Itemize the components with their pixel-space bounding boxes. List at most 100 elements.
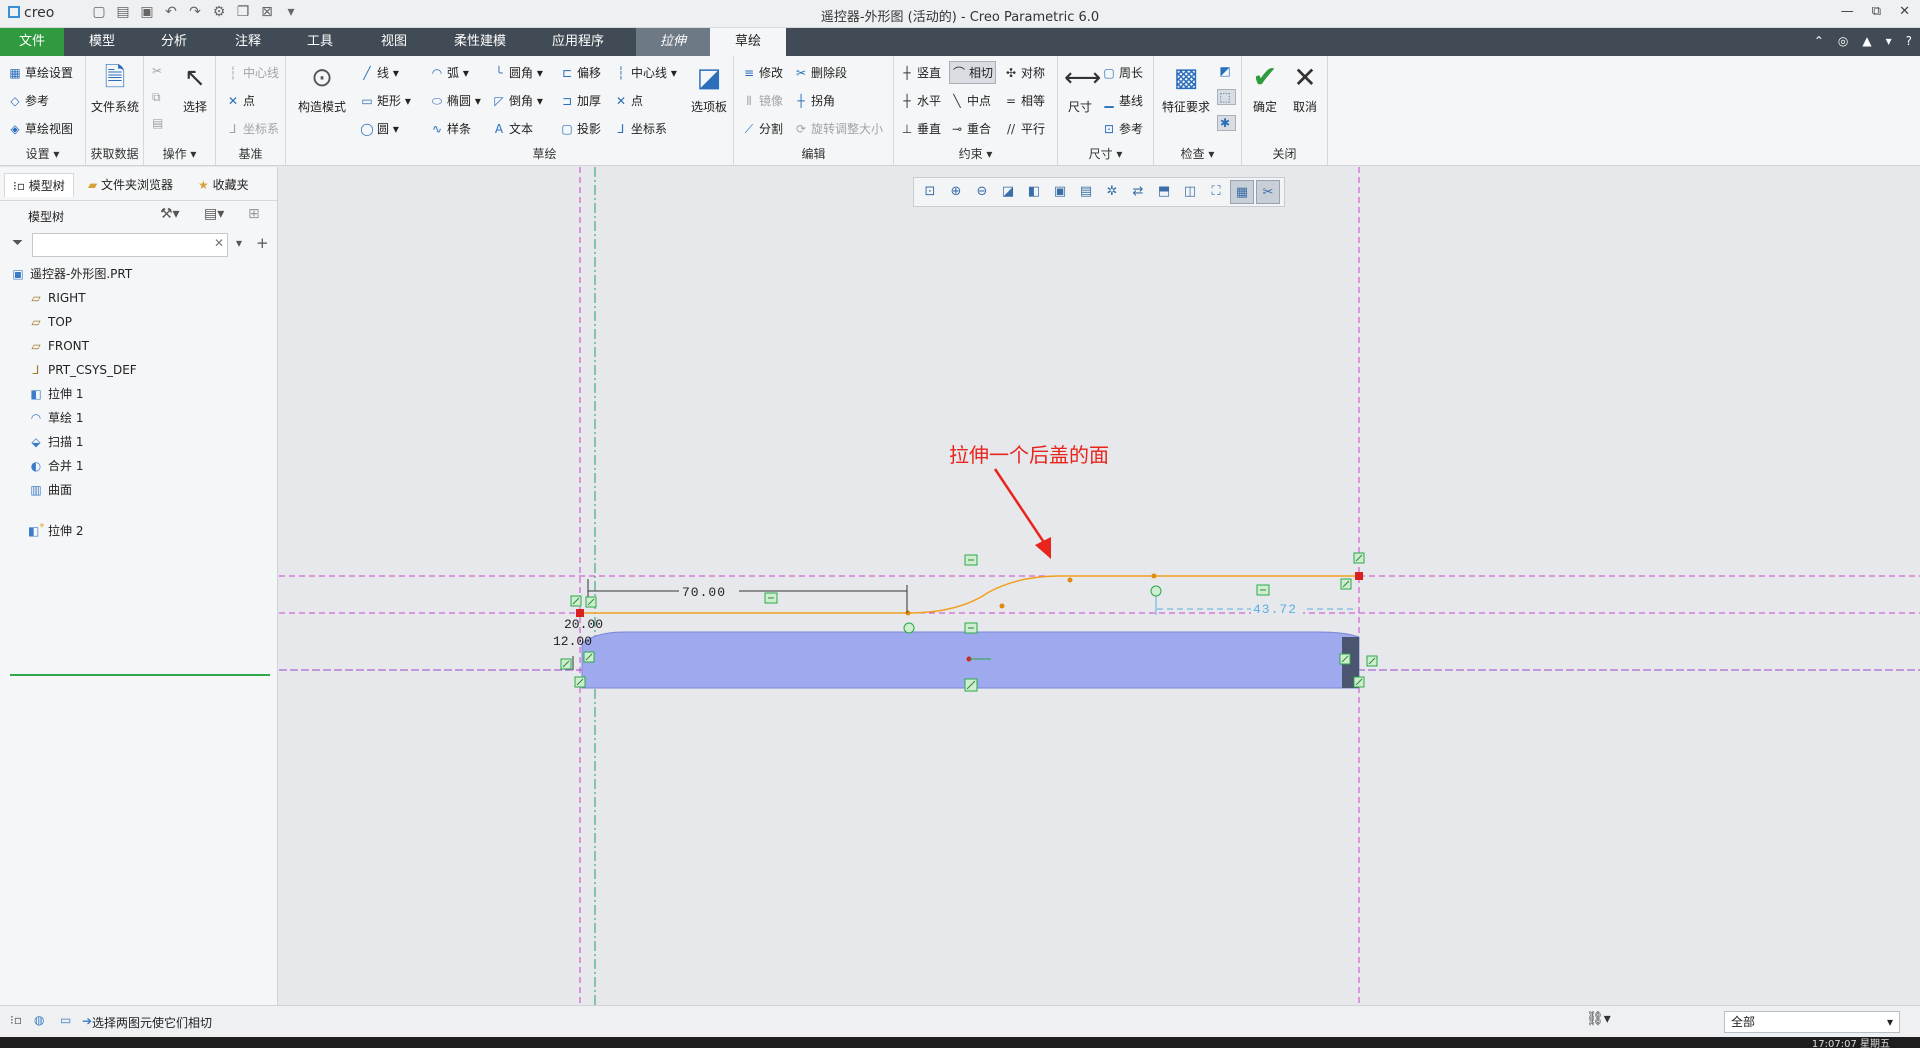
overlap-geometry-icon[interactable]: ⬚ xyxy=(1217,89,1236,105)
circle-button[interactable]: ◯ 圆 ▾ xyxy=(360,120,399,137)
tab-view[interactable]: 视图 xyxy=(364,28,424,56)
tab-extrude[interactable]: 拉伸 xyxy=(636,28,710,56)
save-icon[interactable]: ▣ xyxy=(138,4,156,20)
dimension-20-label[interactable]: 20.00 xyxy=(564,617,603,632)
dimension-12-label[interactable]: 12.00 xyxy=(553,634,592,649)
coincident-constraint-button[interactable]: ⊸ 重合 xyxy=(950,120,991,137)
symmetric-constraint-button[interactable]: ✣ 对称 xyxy=(1004,64,1045,81)
dimension-button[interactable]: ⟷ 尺寸 xyxy=(1060,62,1101,115)
reference-dim-button[interactable]: ⊡ 参考 xyxy=(1102,120,1143,137)
sketch-vertex[interactable] xyxy=(1067,577,1073,583)
ellipse-button[interactable]: ⬭ 椭圆 ▾ xyxy=(430,92,481,109)
midpoint-constraint-button[interactable]: ╲ 中点 xyxy=(950,92,991,109)
thicken-button[interactable]: ⊐ 加厚 xyxy=(560,92,601,109)
datum-point-button[interactable]: ✕ 点 xyxy=(226,92,255,109)
options-icon[interactable]: ▾ xyxy=(1886,34,1892,48)
tree-item-extrude-1[interactable]: ◧ 拉伸 1 xyxy=(28,383,83,405)
tab-favorites[interactable]: ★ 收藏夹 xyxy=(190,173,257,197)
selected-vertex-left[interactable] xyxy=(576,609,584,617)
palette-button[interactable]: ◪ 选项板 xyxy=(686,62,732,115)
minimize-button[interactable]: — xyxy=(1841,4,1854,19)
horizontal-constraint-button[interactable]: ┼ 水平 xyxy=(900,92,941,109)
close-button[interactable]: ✕ xyxy=(1899,4,1910,19)
tab-folder-browser[interactable]: ▰ 文件夹浏览器 xyxy=(80,173,181,197)
arc-button[interactable]: ◠ 弧 ▾ xyxy=(430,64,469,81)
restore-button[interactable]: ⧉ xyxy=(1872,4,1881,19)
project-button[interactable]: ▢ 投影 xyxy=(560,120,601,137)
collapse-ribbon-icon[interactable]: ⌃ xyxy=(1814,34,1824,48)
tree-item-right[interactable]: ▱ RIGHT xyxy=(28,287,85,309)
perpendicular-constraint-button[interactable]: ⊥ 垂直 xyxy=(900,120,941,137)
search-options-icon[interactable]: ▾ xyxy=(236,236,242,250)
search-help-icon[interactable]: ◎ xyxy=(1838,34,1848,48)
tab-model[interactable]: 模型 xyxy=(72,28,132,56)
regenerate-icon[interactable]: ⚙ xyxy=(210,4,228,20)
tab-tools[interactable]: 工具 xyxy=(290,28,350,56)
centerline-button[interactable]: ┆ 中心线 ▾ xyxy=(614,64,676,81)
file-system-button[interactable]: 🗎 文件系统 xyxy=(88,62,142,115)
graphics-window[interactable]: ⊡ ⊕ ⊖ ◪ ◧ ▣ ▤ ✲ ⇄ ⬒ ◫ ⛶ ▦ ✂ 70.00 20.00 … xyxy=(279,167,1920,1005)
baseline-button[interactable]: ▁ 基线 xyxy=(1102,92,1143,109)
tree-item-top[interactable]: ▱ TOP xyxy=(28,311,72,333)
full-screen-icon[interactable]: ▭ xyxy=(60,1013,71,1027)
rectangle-button[interactable]: ▭ 矩形 ▾ xyxy=(360,92,411,109)
undo-icon[interactable]: ↶ xyxy=(162,4,180,20)
dimension-43-label[interactable]: 43.72 xyxy=(1253,602,1297,617)
cancel-button[interactable]: ✕ 取消 xyxy=(1286,62,1324,115)
tangent-constraint-button[interactable]: ⌒ 相切 xyxy=(948,61,997,84)
group-label-constrain[interactable]: 约束 ▾ xyxy=(894,145,1057,162)
customize-icon[interactable]: ▾ xyxy=(282,4,300,20)
tab-sketch[interactable]: 草绘 xyxy=(710,28,786,56)
learning-icon[interactable]: ▲ xyxy=(1862,34,1871,48)
tab-model-tree[interactable]: ⁝▫ 模型树 xyxy=(4,173,74,197)
perimeter-button[interactable]: ▢ 周长 xyxy=(1102,64,1143,81)
windows-icon[interactable]: ❐ xyxy=(234,4,252,20)
close-window-icon[interactable]: ⊠ xyxy=(258,4,276,20)
csys-button[interactable]: ⅃ 坐标系 xyxy=(614,120,667,137)
dimension-70-label[interactable]: 70.00 xyxy=(682,585,726,600)
tree-item-extrude-2[interactable]: ◧* 拉伸 2 xyxy=(28,517,83,539)
tab-flexible-modeling[interactable]: 柔性建模 xyxy=(442,28,518,56)
ok-button[interactable]: ✔ 确定 xyxy=(1246,62,1284,115)
tree-item-csys[interactable]: ⅃ PRT_CSYS_DEF xyxy=(28,359,137,381)
modify-button[interactable]: ≡ 修改 xyxy=(742,64,783,81)
tree-search-input[interactable] xyxy=(32,233,228,257)
divide-button[interactable]: ⟋ 分割 xyxy=(742,120,783,137)
shade-closed-loops-icon[interactable]: ✱ xyxy=(1217,115,1236,131)
tab-analysis[interactable]: 分析 xyxy=(144,28,204,56)
fillet-button[interactable]: ╰ 圆角 ▾ xyxy=(492,64,542,81)
sketch-vertex[interactable] xyxy=(905,610,911,616)
tree-item-part[interactable]: ▣ 遥控器-外形图.PRT xyxy=(10,263,132,285)
sketch-vertex[interactable] xyxy=(1151,573,1157,579)
insert-here-marker[interactable] xyxy=(10,674,270,676)
tree-item-surface[interactable]: ▥ 曲面 xyxy=(28,479,72,501)
parallel-constraint-button[interactable]: //平行 xyxy=(1004,120,1045,137)
navigator-toggle-icon[interactable]: ⁝▫ xyxy=(10,1013,22,1027)
offset-button[interactable]: ⊏ 偏移 xyxy=(560,64,601,81)
group-label-inspect[interactable]: 检查 ▾ xyxy=(1154,145,1241,162)
redo-icon[interactable]: ↷ xyxy=(186,4,204,20)
group-label-operations[interactable]: 操作 ▾ xyxy=(144,145,215,162)
dimension-43[interactable]: 43.72 xyxy=(1155,591,1355,617)
line-button[interactable]: ╱ 线 ▾ xyxy=(360,64,398,81)
sketch-vertex[interactable] xyxy=(999,603,1005,609)
group-label-setup[interactable]: 设置 ▾ xyxy=(0,145,85,162)
group-label-dimension[interactable]: 尺寸 ▾ xyxy=(1058,145,1153,162)
point-button[interactable]: ✕ 点 xyxy=(614,92,643,109)
vertical-constraint-button[interactable]: ┼ 竖直 xyxy=(900,64,941,81)
sketch-view-button[interactable]: ◈ 草绘视图 xyxy=(8,120,73,137)
feature-requirements-button[interactable]: ▩ 特征要求 xyxy=(1156,62,1216,115)
add-filter-icon[interactable]: + xyxy=(256,234,269,252)
sketch-setup-button[interactable]: ▦ 草绘设置 xyxy=(8,64,73,81)
tree-item-sweep-1[interactable]: ⬙ 扫描 1 xyxy=(28,431,83,453)
selected-vertex-right[interactable] xyxy=(1355,572,1363,580)
help-icon[interactable]: ? xyxy=(1906,34,1912,48)
tree-settings-icon[interactable]: ▤▾ xyxy=(204,206,224,222)
new-icon[interactable]: ▢ xyxy=(90,4,108,20)
browser-toggle-icon[interactable]: ◍ xyxy=(34,1013,44,1027)
construction-mode-button[interactable]: ⊙ 构造模式 xyxy=(292,62,352,115)
select-button[interactable]: ↖ 选择 xyxy=(176,62,214,115)
tree-tools-icon[interactable]: ⚒▾ xyxy=(160,206,180,222)
corner-button[interactable]: ┼ 拐角 xyxy=(794,92,835,109)
tab-applications[interactable]: 应用程序 xyxy=(536,28,620,56)
